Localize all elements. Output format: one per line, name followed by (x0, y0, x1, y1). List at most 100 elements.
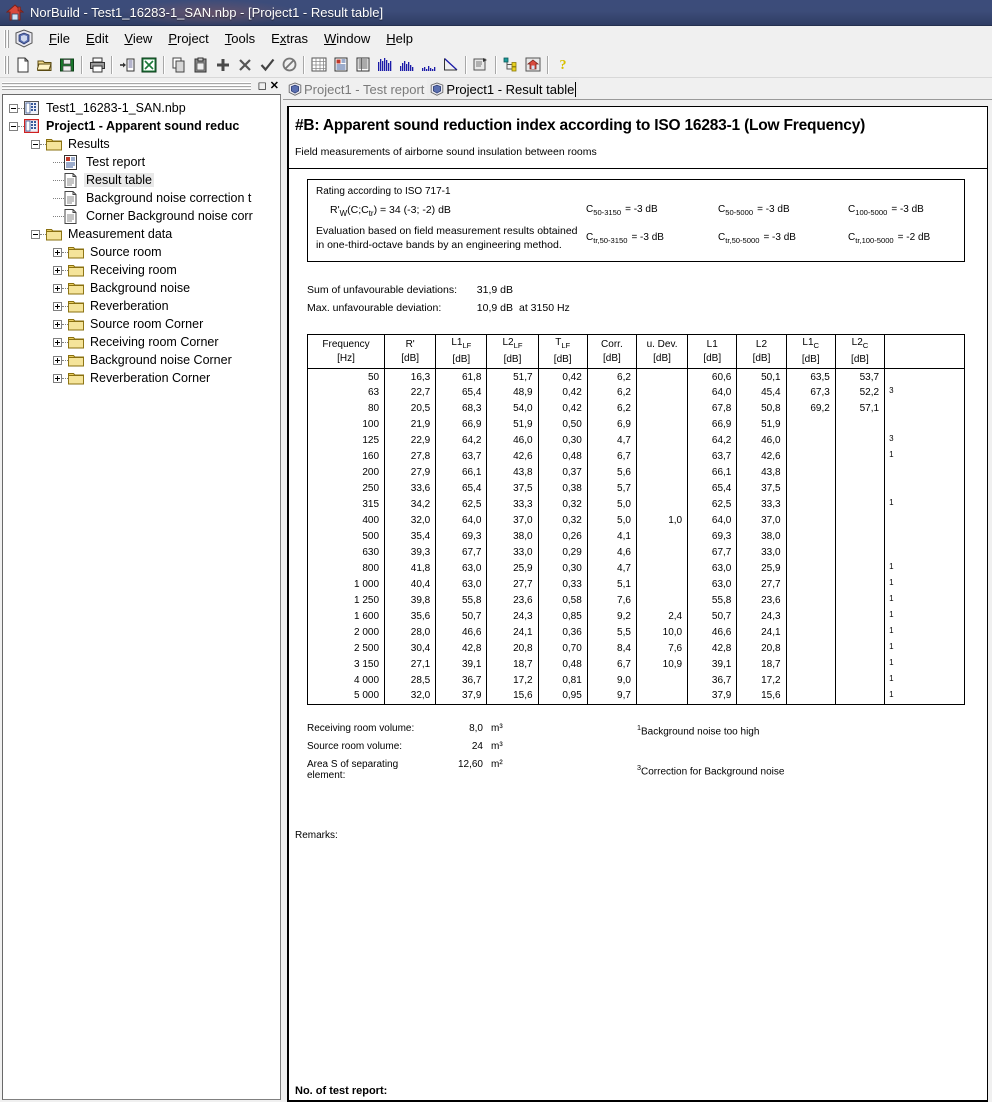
table-cell: 1 600 (306, 608, 386, 625)
table-row[interactable]: 100 21,9 66,9 51,9 0,50 6,9 66,9 51,9 (306, 416, 965, 433)
menu-extras[interactable]: Extras (263, 28, 316, 49)
menu-window[interactable]: Window (316, 28, 378, 49)
menu-project[interactable]: Project (160, 28, 216, 49)
document-scroll-region[interactable]: #B: Apparent sound reduction index accor… (283, 100, 992, 1102)
line-chart-icon[interactable] (440, 54, 462, 76)
add-plus-icon[interactable] (212, 54, 234, 76)
menu-tools[interactable]: Tools (217, 28, 263, 49)
tree-node-results[interactable]: Results (3, 135, 280, 153)
maximize-icon[interactable]: ◻ (258, 81, 267, 92)
table-row[interactable]: 200 27,9 66,1 43,8 0,37 5,6 66,1 43,8 (306, 464, 965, 481)
table-row[interactable]: 3 150 27,1 39,1 18,7 0,48 6,7 10,9 39,1 18,7 1 (306, 656, 965, 673)
table-row[interactable]: 80 20,5 68,3 54,0 0,42 6,2 67,8 50,8 69,2 57,1 (306, 400, 965, 417)
tree-node-receiving-room-corner[interactable]: Receiving room Corner (3, 333, 280, 351)
table-grid-icon[interactable] (308, 54, 330, 76)
tree-node-test-report[interactable]: Test report (3, 153, 280, 171)
table-cell (785, 480, 836, 497)
table-row[interactable]: 2 500 30,4 42,8 20,8 0,70 8,4 7,6 42,8 20,8 1 (306, 640, 965, 657)
save-disk-icon[interactable] (56, 54, 78, 76)
table-row[interactable]: 1 250 39,8 55,8 23,6 0,58 7,6 55,8 23,6 1 (306, 592, 965, 609)
bar-chart-low-icon[interactable] (418, 54, 440, 76)
tree-node-reverberation[interactable]: Reverberation (3, 297, 280, 315)
table-row[interactable]: 400 32,0 64,0 37,0 0,32 5,0 1,0 64,0 37,0 (306, 512, 965, 529)
import-icon[interactable] (116, 54, 138, 76)
collapse-minus-icon[interactable] (31, 139, 40, 149)
cancel-forbidden-icon[interactable] (278, 54, 300, 76)
menu-file[interactable]: File (41, 28, 78, 49)
table-cell (834, 432, 886, 449)
tree-node-background-noise-corner[interactable]: Background noise Corner (3, 351, 280, 369)
table-row[interactable]: 630 39,3 67,7 33,0 0,29 4,6 67,7 33,0 (306, 544, 965, 561)
table-row[interactable]: 2 000 28,0 46,6 24,1 0,36 5,5 10,0 46,6 24,1 1 (306, 624, 965, 641)
expand-plus-icon[interactable] (53, 319, 62, 329)
properties-icon[interactable] (470, 54, 492, 76)
table-row[interactable]: 5 000 32,0 37,9 15,6 0,95 9,7 37,9 15,6 1 (306, 688, 965, 705)
room-info-value: 24 (471, 741, 483, 752)
menubar-grip[interactable] (4, 29, 9, 48)
table-cell: 67,7 (687, 544, 738, 561)
new-document-icon[interactable] (12, 54, 34, 76)
table-row[interactable]: 500 35,4 69,3 38,0 0,26 4,1 69,3 38,0 (306, 528, 965, 545)
tree-node-result-table[interactable]: Result table (3, 171, 280, 189)
rating-formula: R'W(C;Ctr) = 34 (-3; -2) dB (316, 204, 606, 218)
delete-cross-icon[interactable] (234, 54, 256, 76)
help-question-icon[interactable]: ? (552, 54, 574, 76)
confirm-check-icon[interactable] (256, 54, 278, 76)
table-row[interactable]: 125 22,9 64,2 46,0 0,30 4,7 64,2 46,0 3 (306, 432, 965, 449)
test-report-icon[interactable] (330, 54, 352, 76)
tree-node-source-room[interactable]: Source room (3, 243, 280, 261)
close-icon[interactable]: ✕ (270, 81, 279, 92)
tree-node-project1-apparent-sound-reduc[interactable]: Project1 - Apparent sound reduc (3, 117, 280, 135)
expand-plus-icon[interactable] (53, 265, 62, 275)
table-row[interactable]: 800 41,8 63,0 25,9 0,30 4,7 63,0 25,9 1 (306, 560, 965, 577)
tree-node-label: Background noise correction t (86, 191, 252, 205)
table-row[interactable]: 1 600 35,6 50,7 24,3 0,85 9,2 2,4 50,7 24,3 1 (306, 608, 965, 625)
tree-node-receiving-room[interactable]: Receiving room (3, 261, 280, 279)
bar-chart-icon[interactable] (374, 54, 396, 76)
project-tree[interactable]: Test1_16283-1_SAN.nbp Project1 - Apparent… (2, 94, 281, 1100)
bar-chart-small-icon[interactable] (396, 54, 418, 76)
tree-node-source-room-corner[interactable]: Source room Corner (3, 315, 280, 333)
expand-plus-icon[interactable] (53, 283, 62, 293)
tree-node-background-noise[interactable]: Background noise (3, 279, 280, 297)
tree-node-background-noise-correction-t[interactable]: Background noise correction t (3, 189, 280, 207)
tree-node-test1-16283-1-san-nbp[interactable]: Test1_16283-1_SAN.nbp (3, 99, 280, 117)
expand-plus-icon[interactable] (53, 373, 62, 383)
open-folder-icon[interactable] (34, 54, 56, 76)
tree-node-reverberation-corner[interactable]: Reverberation Corner (3, 369, 280, 387)
excel-export-icon[interactable] (138, 54, 160, 76)
tree-node-corner-background-noise-corr[interactable]: Corner Background noise corr (3, 207, 280, 225)
table-row[interactable]: 63 22,7 65,4 48,9 0,42 6,2 64,0 45,4 67,3 52,2 3 (306, 384, 965, 401)
paste-icon[interactable] (190, 54, 212, 76)
toolbar-grip[interactable] (4, 55, 9, 74)
tree-node-label: Reverberation Corner (90, 371, 211, 385)
table-row[interactable]: 1 000 40,4 63,0 27,7 0,33 5,1 63,0 27,7 1 (306, 576, 965, 593)
table-row[interactable]: 160 27,8 63,7 42,6 0,48 6,7 63,7 42,6 1 (306, 448, 965, 465)
menu-help[interactable]: Help (378, 28, 421, 49)
building-icon[interactable] (522, 54, 544, 76)
table-row[interactable]: 250 33,6 65,4 37,5 0,38 5,7 65,4 37,5 (306, 480, 965, 497)
menu-edit[interactable]: Edit (78, 28, 116, 49)
table-cell: 10,9 (635, 656, 689, 673)
tab-test-report[interactable]: Project1 - Test report (285, 79, 427, 99)
table-row[interactable]: 4 000 28,5 36,7 17,2 0,81 9,0 36,7 17,2 1 (306, 672, 965, 689)
result-table-icon[interactable] (352, 54, 374, 76)
expand-plus-icon[interactable] (53, 301, 62, 311)
table-row[interactable]: 50 16,3 61,8 51,7 0,42 6,2 60,6 50,1 63,5 53,7 (306, 368, 965, 385)
expand-plus-icon[interactable] (53, 247, 62, 257)
expand-plus-icon[interactable] (53, 337, 62, 347)
print-icon[interactable] (86, 54, 108, 76)
network-tree-icon[interactable] (500, 54, 522, 76)
collapse-minus-icon[interactable] (9, 121, 18, 131)
table-cell (834, 496, 886, 513)
tab-result-table[interactable]: Project1 - Result table (427, 79, 580, 99)
collapse-minus-icon[interactable] (9, 103, 18, 113)
table-cell (635, 528, 689, 545)
copy-icon[interactable] (168, 54, 190, 76)
collapse-minus-icon[interactable] (31, 229, 40, 239)
expand-plus-icon[interactable] (53, 355, 62, 365)
table-row[interactable]: 315 34,2 62,5 33,3 0,32 5,0 62,5 33,3 1 (306, 496, 965, 513)
tree-node-measurement-data[interactable]: Measurement data (3, 225, 280, 243)
table-cell: 22,9 (384, 432, 437, 449)
menu-view[interactable]: View (116, 28, 160, 49)
